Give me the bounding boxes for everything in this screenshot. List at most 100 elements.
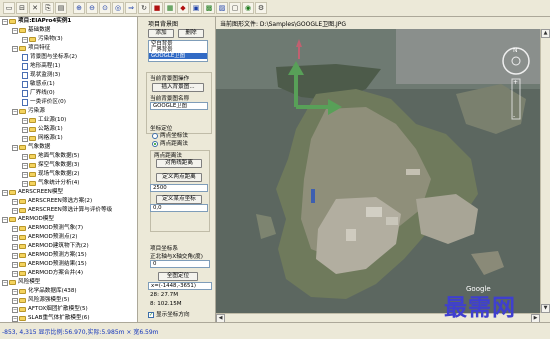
expand-icon[interactable]: − xyxy=(22,180,28,187)
tree-item[interactable]: − AERMOD预测结果(15) xyxy=(12,260,87,269)
tree-item[interactable]: − 工业源(10) xyxy=(22,116,66,125)
vertical-scrollbar[interactable]: ▲ ▼ xyxy=(540,29,550,313)
pan-icon[interactable]: ⇒ xyxy=(125,2,137,14)
expand-icon[interactable]: − xyxy=(12,306,18,313)
zoom-in-icon[interactable]: ⊕ xyxy=(73,2,85,14)
expand-icon[interactable]: − xyxy=(12,45,18,52)
zoom-window-icon[interactable]: ⊙ xyxy=(99,2,111,14)
image-icon[interactable]: ▨ xyxy=(216,2,228,14)
tree-item[interactable]: − AFTOX烟团扩散模型(5) xyxy=(12,305,88,314)
expand-icon[interactable]: − xyxy=(22,117,28,124)
tree-item[interactable]: 厂界线(0) xyxy=(22,89,55,98)
monitor-icon[interactable]: ▢ xyxy=(229,2,241,14)
tree-item[interactable]: − AERSCREEN模型 xyxy=(2,188,63,197)
expand-icon[interactable]: − xyxy=(12,225,18,232)
diagonal-distance-button[interactable]: 对角线距离 xyxy=(156,159,202,168)
tree-item[interactable]: − 风险模型 xyxy=(2,278,40,287)
show-north-checkbox[interactable]: ✓ 显示坐标方向 xyxy=(148,310,190,318)
tree-item[interactable]: − 气象统计分析(4) xyxy=(22,179,80,188)
expand-icon[interactable]: − xyxy=(12,252,18,259)
bookmark-icon[interactable]: ⎘ xyxy=(42,2,54,14)
expand-icon[interactable]: − xyxy=(22,162,28,169)
expand-icon[interactable]: − xyxy=(22,126,28,133)
origin-field[interactable]: 0,0 xyxy=(150,204,208,212)
distance-field[interactable]: 2500 xyxy=(150,184,208,192)
new-icon[interactable]: ▭ xyxy=(3,2,15,14)
expand-icon[interactable]: − xyxy=(12,261,18,268)
tree-item[interactable]: − 污染源 xyxy=(12,107,45,116)
refresh-icon[interactable]: ↻ xyxy=(138,2,150,14)
expand-icon[interactable]: − xyxy=(12,207,18,214)
radio-two-points[interactable]: 两点距离法 xyxy=(152,139,188,147)
table-icon[interactable]: ▦ xyxy=(164,2,176,14)
expand-icon[interactable]: − xyxy=(22,135,28,142)
project-tree[interactable]: − 项目:EIAPro4实例1− 基础数据 − 污染物(3) − 项目特征 背景图与坐标系(2… xyxy=(0,17,138,322)
tree-item[interactable]: − AERMOD预测方案(15) xyxy=(12,251,87,260)
expand-icon[interactable]: − xyxy=(2,18,8,25)
tree-item[interactable]: 现状监测(3) xyxy=(22,71,60,80)
tree-item[interactable]: − AERMOD方案合并(4) xyxy=(12,269,83,278)
define-two-points-button[interactable]: 定义两点距离 xyxy=(156,173,202,182)
scroll-down-icon[interactable]: ▼ xyxy=(541,304,550,313)
list-item[interactable]: GOOGLE卫图 xyxy=(149,53,207,59)
tree-item[interactable]: − 化学品数据库(438) xyxy=(12,287,77,296)
tree-item[interactable]: − 基础数据 xyxy=(12,26,50,35)
print-icon[interactable]: ▤ xyxy=(55,2,67,14)
expand-icon[interactable]: − xyxy=(12,243,18,250)
expand-icon[interactable]: − xyxy=(12,144,18,151)
expand-icon[interactable]: − xyxy=(12,234,18,241)
tree-item[interactable]: − 气象数据 xyxy=(12,143,50,152)
open-icon[interactable]: ⊟ xyxy=(16,2,28,14)
expand-icon[interactable]: − xyxy=(12,270,18,277)
expand-icon[interactable]: − xyxy=(2,189,8,196)
tree-item[interactable]: − AERSCREEN筛选计算与评价等级 xyxy=(12,206,112,215)
expand-icon[interactable]: − xyxy=(22,153,28,160)
layer-icon[interactable]: ■ xyxy=(151,2,163,14)
expand-icon[interactable]: − xyxy=(12,27,18,34)
chart-icon[interactable]: ◆ xyxy=(177,2,189,14)
tree-item[interactable]: 地形高程(1) xyxy=(22,62,60,71)
tree-item[interactable]: − AERMOD建筑物下洗(2) xyxy=(12,242,89,251)
tree-item[interactable]: − AERMOD预测气象(7) xyxy=(12,224,83,233)
checkbox-icon[interactable]: ✓ xyxy=(148,311,154,318)
zoom-full-icon[interactable]: ◎ xyxy=(112,2,124,14)
expand-icon[interactable]: − xyxy=(12,297,18,304)
scroll-up-icon[interactable]: ▲ xyxy=(541,29,550,38)
tree-item[interactable]: − AERSCREEN筛选方案(2) xyxy=(12,197,92,206)
background-name-field[interactable]: GOOGLE卫图 xyxy=(150,102,208,110)
delete-button[interactable]: 删除 xyxy=(178,29,204,38)
expand-icon[interactable]: − xyxy=(12,315,18,322)
expand-icon[interactable]: − xyxy=(12,198,18,205)
close-icon[interactable]: ✕ xyxy=(29,2,41,14)
tree-item[interactable]: − 网格源(1) xyxy=(22,134,63,143)
tree-item[interactable]: − AERMOD预测点(2) xyxy=(12,233,78,242)
tree-item[interactable]: − 项目:EIAPro4实例1 xyxy=(2,17,71,26)
zoom-out-icon[interactable]: ⊖ xyxy=(86,2,98,14)
north-angle-field[interactable]: 0 xyxy=(150,260,210,268)
help-icon[interactable]: ▩ xyxy=(203,2,215,14)
radio-icon[interactable] xyxy=(152,132,158,139)
tree-item[interactable]: 敏感点(1) xyxy=(22,80,55,89)
add-button[interactable]: 添加 xyxy=(148,29,174,38)
satellite-map[interactable]: N + - Google xyxy=(216,29,540,313)
tree-item[interactable]: 背景图与坐标系(2) xyxy=(22,53,77,62)
locate-full-button[interactable]: 全图定位 xyxy=(158,272,198,281)
export-icon[interactable]: ▣ xyxy=(190,2,202,14)
tree-item[interactable]: − 风险源强模型(5) xyxy=(12,296,70,305)
expand-icon[interactable]: − xyxy=(2,279,8,286)
globe-icon[interactable]: ◉ xyxy=(242,2,254,14)
tree-item[interactable]: − 公路源(1) xyxy=(22,125,63,134)
tree-item[interactable]: − AERMOD模型 xyxy=(2,215,54,224)
radio-two-axes[interactable]: 两点坐标法 xyxy=(152,131,188,139)
background-list[interactable]: 空白背景 厂界背景 GOOGLE卫图 xyxy=(148,40,208,62)
tree-item[interactable]: − 污染物(3) xyxy=(22,35,63,44)
tree-item[interactable]: 一类评价区(0) xyxy=(22,98,66,107)
expand-icon[interactable]: − xyxy=(22,36,28,43)
tree-item[interactable]: − 项目特征 xyxy=(12,44,50,53)
expand-icon[interactable]: − xyxy=(2,216,8,223)
expand-icon[interactable]: − xyxy=(12,108,18,115)
tree-item[interactable]: − 现场气象数据(2) xyxy=(22,170,80,179)
define-origin-button[interactable]: 定义某点坐标 xyxy=(156,195,202,204)
settings-icon[interactable]: ⚙ xyxy=(255,2,267,14)
expand-icon[interactable]: − xyxy=(12,288,18,295)
